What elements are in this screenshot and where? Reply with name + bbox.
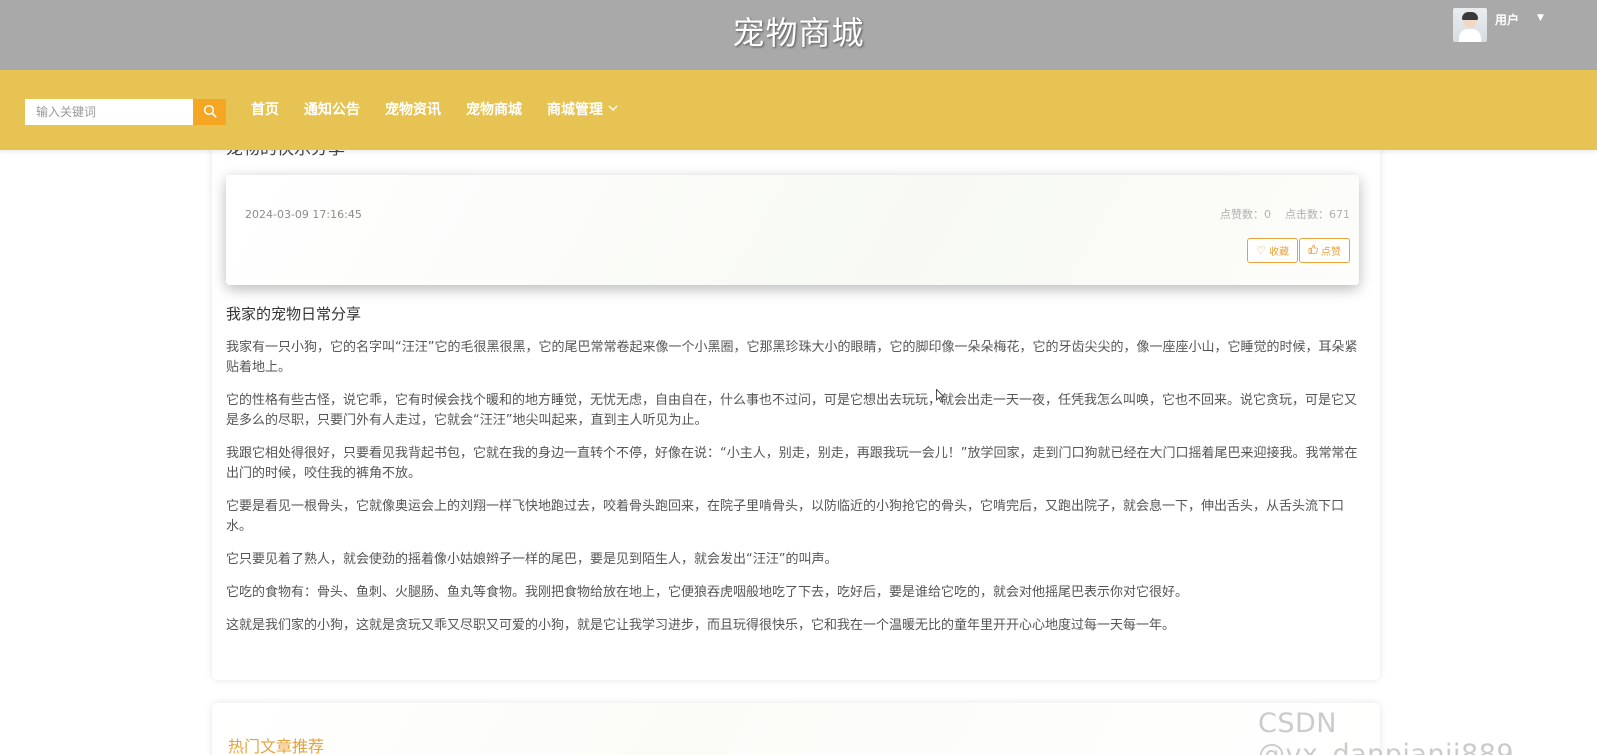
- user-menu[interactable]: 用户 ▼: [1453, 8, 1544, 42]
- clicks-count: 点击数：671: [1285, 208, 1350, 221]
- nav-item-pet-store[interactable]: 宠物商城: [466, 100, 535, 120]
- like-label: 点赞: [1321, 247, 1341, 258]
- nav-bar: 首页 通知公告 宠物资讯 宠物商城 商城管理: [0, 70, 1597, 150]
- article-actions: ♡ 收藏 点赞: [1247, 238, 1350, 263]
- article-paragraph: 它的性格有些古怪，说它乖，它有时候会找个暖和的地方睡觉，无忧无虑，自由自在，什么…: [226, 393, 1358, 428]
- avatar[interactable]: [1453, 8, 1487, 42]
- nav-item-pet-news[interactable]: 宠物资讯: [385, 100, 454, 120]
- watermark: CSDN @vx_danpianji889: [1258, 708, 1515, 755]
- search-button[interactable]: [193, 99, 226, 125]
- article-container: 宠物的快乐分享 2024-03-09 17:16:45 点赞数：0 点击数：67…: [212, 120, 1380, 680]
- search-input[interactable]: [25, 99, 193, 125]
- nav-item-store-management[interactable]: 商城管理: [547, 100, 632, 120]
- site-title: 宠物商城: [732, 14, 865, 52]
- mouse-cursor-icon: [936, 389, 945, 403]
- like-button[interactable]: 点赞: [1299, 238, 1350, 263]
- article-paragraph: 它要是看见一根骨头，它就像奥运会上的刘翔一样飞快地跑过去，咬着骨头跑回来，在院子…: [226, 499, 1345, 534]
- favorite-button[interactable]: ♡ 收藏: [1247, 238, 1298, 263]
- article-paragraph: 我家有一只小狗，它的名字叫“汪汪”它的毛很黑很黑，它的尾巴常常卷起来像一个小黑圈…: [226, 340, 1358, 375]
- search-icon: [203, 104, 217, 121]
- page: 宠物的快乐分享 2024-03-09 17:16:45 点赞数：0 点击数：67…: [0, 0, 1597, 755]
- top-header: 宠物商城 用户 ▼: [0, 0, 1597, 70]
- article-paragraph: 我跟它相处得很好，只要看见我背起书包，它就在我的身边一直转个不停，好像在说：“小…: [226, 446, 1358, 481]
- nav-item-home[interactable]: 首页: [251, 100, 292, 120]
- article-date: 2024-03-09 17:16:45: [245, 208, 362, 221]
- favorite-label: 收藏: [1269, 247, 1289, 258]
- nav-links: 首页 通知公告 宠物资讯 宠物商城 商城管理: [251, 100, 644, 120]
- article-stats: 点赞数：0 点击数：671: [1220, 206, 1350, 222]
- heart-icon: ♡: [1256, 244, 1266, 257]
- article-paragraph: 这就是我们家的小狗，这就是贪玩又乖又尽职又可爱的小狗，就是它让我学习进步，而且玩…: [226, 618, 1176, 633]
- user-name[interactable]: 用户: [1495, 11, 1519, 28]
- article-paragraph: 它吃的食物有：骨头、鱼刺、火腿肠、鱼丸等食物。我刚把食物给放在地上，它便狼吞虎咽…: [226, 585, 1189, 600]
- nav-item-label: 商城管理: [547, 102, 603, 118]
- likes-count: 点赞数：0: [1220, 208, 1271, 221]
- article-meta-card: 2024-03-09 17:16:45 点赞数：0 点击数：671 ♡ 收藏 点…: [226, 175, 1359, 285]
- caret-down-icon[interactable]: ▼: [1537, 13, 1544, 23]
- hot-articles-title: 热门文章推荐: [228, 737, 325, 755]
- chevron-down-icon: [607, 100, 619, 120]
- article-subtitle: 我家的宠物日常分享: [226, 305, 362, 323]
- thumbs-up-icon: [1308, 244, 1318, 257]
- article-body: 我家的宠物日常分享 我家有一只小狗，它的名字叫“汪汪”它的毛很黑很黑，它的尾巴常…: [226, 303, 1366, 649]
- nav-item-notices[interactable]: 通知公告: [304, 100, 373, 120]
- article-card: 宠物的快乐分享 2024-03-09 17:16:45 点赞数：0 点击数：67…: [212, 120, 1380, 680]
- hot-articles-card: 热门文章推荐: [212, 703, 1380, 755]
- article-paragraph: 它只要见着了熟人，就会使劲的摇着像小姑娘辫子一样的尾巴，要是见到陌生人，就会发出…: [226, 552, 838, 567]
